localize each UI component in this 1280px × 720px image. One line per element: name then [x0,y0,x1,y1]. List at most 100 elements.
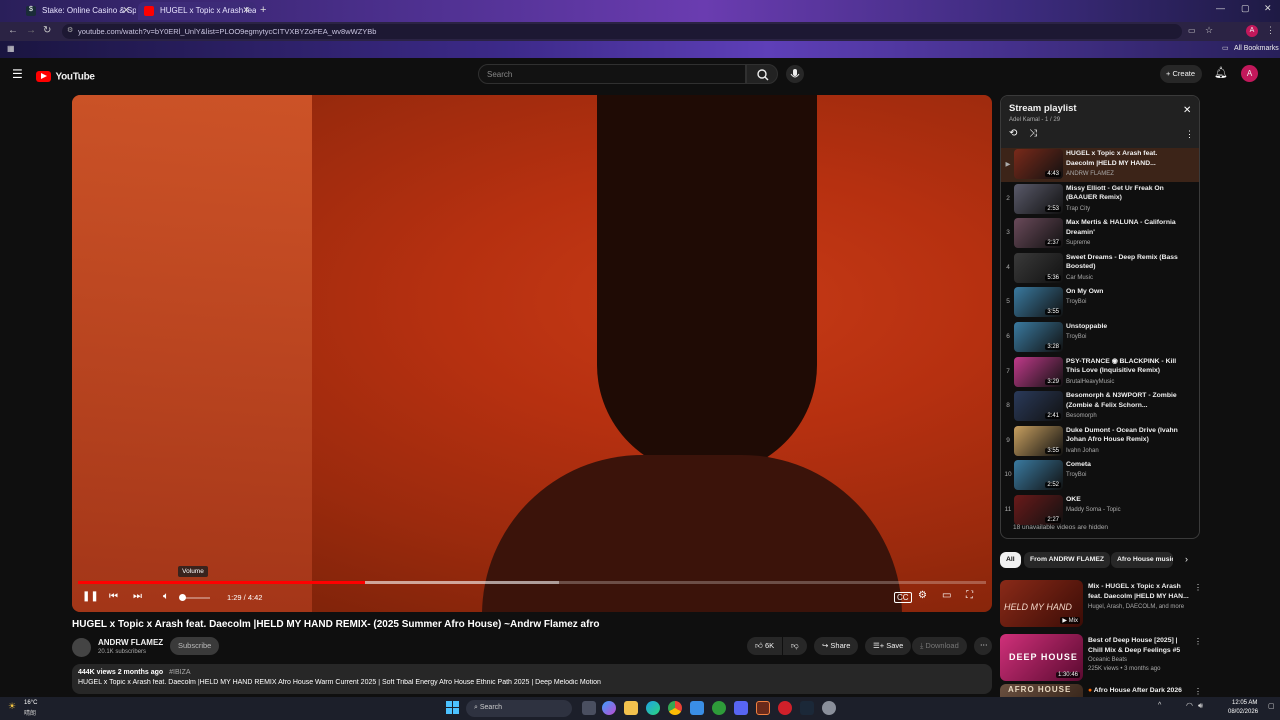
playlist-item[interactable]: 9 3:55 Duke Dumont - Ocean Drive (Ivahn Jo… [1001,425,1199,459]
video-menu-icon[interactable]: ⋮ [1194,687,1202,696]
captions-button[interactable]: CC [894,592,912,603]
app-active-icon[interactable] [756,701,770,715]
video-menu-icon[interactable]: ⋮ [1194,583,1202,592]
fullscreen-icon[interactable]: ⛶ [966,590,973,601]
playlist-item-thumbnail: 3:55 [1014,287,1063,318]
playlist-item[interactable]: ▶ 4:43 HUGEL x Topic x Arash feat. Daecolm… [1001,148,1199,182]
maximize-window-icon[interactable]: ▢ [1241,3,1250,14]
discord-icon[interactable] [734,701,748,715]
hashtag-link[interactable]: #IBIZA [169,669,190,676]
clock-date[interactable]: 08/02/2026 [1228,709,1258,715]
volume-icon[interactable]: 🔈︎ [163,591,169,602]
channel-name[interactable]: ANDRW FLAMEZ [98,638,163,647]
weather-icon[interactable]: ☀ [8,701,16,712]
volume-slider[interactable] [179,594,210,601]
account-avatar[interactable]: A [1241,65,1258,82]
bookmark-star-icon[interactable]: ☆ [1205,25,1213,36]
playlist-item[interactable]: 6 3:28 Unstoppable TroyBoi [1001,321,1199,355]
playlist-item[interactable]: 10 2:52 Cometa TroyBoi [1001,459,1199,493]
playlist-item[interactable]: 2 2:53 Missy Elliott - Get Ur Freak On (BA… [1001,183,1199,217]
close-tab-icon[interactable]: ✕ [122,5,130,16]
browser-menu-icon[interactable]: ⋮ [1266,25,1275,36]
miniplayer-icon[interactable]: ▭ [942,590,951,601]
wifi-icon[interactable]: ◠ [1186,701,1193,710]
system-tray-chevron-icon[interactable]: ^ [1158,702,1161,709]
steam-icon[interactable] [800,701,814,715]
voice-search-button[interactable] [786,65,804,83]
video-menu-icon[interactable]: ⋮ [1194,637,1202,646]
misc-app-icon[interactable] [822,701,836,715]
xbox-icon[interactable] [712,701,726,715]
speaker-icon[interactable]: 🔊︎ [1198,701,1203,711]
file-explorer-icon[interactable] [624,701,638,715]
playlist-item[interactable]: 3 2:37 Max Mertis & HALUNA - California Dr… [1001,217,1199,251]
close-window-icon[interactable]: ✕ [1264,3,1272,14]
share-button[interactable]: ↪ Share [814,637,859,655]
taskbar-search[interactable]: ⌕ Search [466,700,572,717]
playlist-item[interactable]: 4 5:36 Sweet Dreams - Deep Remix (Bass Boo… [1001,252,1199,286]
notification-icon[interactable]: ▢ [1268,702,1275,710]
thumbnail-text: HELD MY HAND [1004,602,1072,612]
new-tab-icon[interactable]: + [260,4,266,16]
start-button[interactable] [446,701,459,714]
forward-icon[interactable]: → [26,25,36,36]
playlist-item[interactable]: 8 2:41 Besomorph & N3WPORT - Zombie (Zombi… [1001,390,1199,424]
store-icon[interactable] [690,701,704,715]
download-button[interactable]: ⤓ Download [912,637,967,655]
loop-icon[interactable]: ⟲ [1009,128,1017,139]
playlist-item[interactable]: 11 2:27 OKE Maddy Soma - Topic [1001,494,1199,528]
reload-icon[interactable]: ↻ [43,25,51,36]
tab-youtube-active[interactable]: HUGEL x Topic x Arash feat. ✕ [138,2,256,20]
playlist-menu-icon[interactable]: ⋮ [1185,129,1194,140]
close-playlist-icon[interactable]: ✕ [1183,105,1191,116]
recommended-video[interactable]: HELD MY HAND ▶ Mix Mix - HUGEL x Topic x… [1000,580,1205,630]
apps-grid-icon[interactable]: ▦ [7,44,15,53]
pause-button[interactable]: ❚❚ [82,591,99,602]
previous-button[interactable]: ⏮︎ [109,591,118,602]
description-box[interactable]: 444K views 2 months ago #IBIZA HUGEL x T… [72,664,992,694]
opera-icon[interactable] [778,701,792,715]
settings-gear-icon[interactable]: ⚙ [918,590,927,601]
chip-from-channel[interactable]: From ANDRW FLAMEZ [1024,552,1111,568]
hamburger-menu-icon[interactable]: ☰ [12,67,23,81]
chip-all[interactable]: All [1000,552,1021,568]
search-input[interactable]: Search [478,64,746,84]
video-player[interactable] [72,95,992,612]
browser-profile-avatar[interactable]: A [1246,25,1258,37]
edge-icon[interactable] [646,701,660,715]
time-display: 1:29 / 4:42 [227,593,263,602]
video-progress-bar[interactable] [78,581,986,584]
chips-next-chevron-icon[interactable]: › [1185,554,1188,564]
all-bookmarks-link[interactable]: All Bookmarks [1234,45,1279,52]
create-button[interactable]: + Create [1160,65,1202,83]
youtube-logo[interactable]: YouTube [36,68,95,83]
chip-afro-house[interactable]: Afro House music [1111,552,1173,568]
clock-time[interactable]: 12:05 AM [1232,700,1257,706]
playlist-item[interactable]: 5 3:55 On My Own TroyBoi [1001,286,1199,320]
back-icon[interactable]: ← [8,25,18,36]
dislike-button[interactable]: 👎︎ [783,637,807,655]
recommended-video[interactable]: AFRO HOUSE ● Afro House After Dark 2026 … [1000,684,1205,697]
more-actions-button[interactable]: ⋯ [974,637,992,655]
notifications-bell-icon[interactable]: 🔔︎ [1214,66,1228,79]
like-button[interactable]: 👍︎ 6K [747,637,783,655]
chrome-icon[interactable] [668,701,682,715]
search-button[interactable] [746,64,778,84]
site-info-icon[interactable]: ⚙ [67,26,73,34]
minimize-window-icon[interactable]: — [1216,3,1225,13]
playlist-title[interactable]: Stream playlist [1009,103,1077,114]
save-button[interactable]: ☰+ Save [865,637,912,655]
shuffle-icon[interactable]: ⤨ [1029,128,1037,139]
recommended-video[interactable]: DEEP HOUSE 1:30:46 Best of Deep House [2… [1000,634,1205,684]
thumbs-down-icon: 👎︎ [791,641,799,650]
address-bar[interactable]: ⚙ youtube.com/watch?v=bY0ERl_UnlY&list=P… [62,24,1182,39]
tab-stake[interactable]: $ Stake: Online Casino & Sports ✕ [20,2,136,20]
copilot-icon[interactable] [602,701,616,715]
cast-icon[interactable]: ▭ [1188,26,1196,35]
task-view-icon[interactable] [582,701,596,715]
close-tab-icon[interactable]: ✕ [242,5,250,16]
playlist-item[interactable]: 7 3:29 PSY-TRANCE ◉ BLACKPINK - Kill This … [1001,356,1199,390]
next-button[interactable]: ⏭︎ [133,591,142,602]
channel-avatar[interactable] [72,638,91,657]
subscribe-button[interactable]: Subscribe [170,637,220,655]
